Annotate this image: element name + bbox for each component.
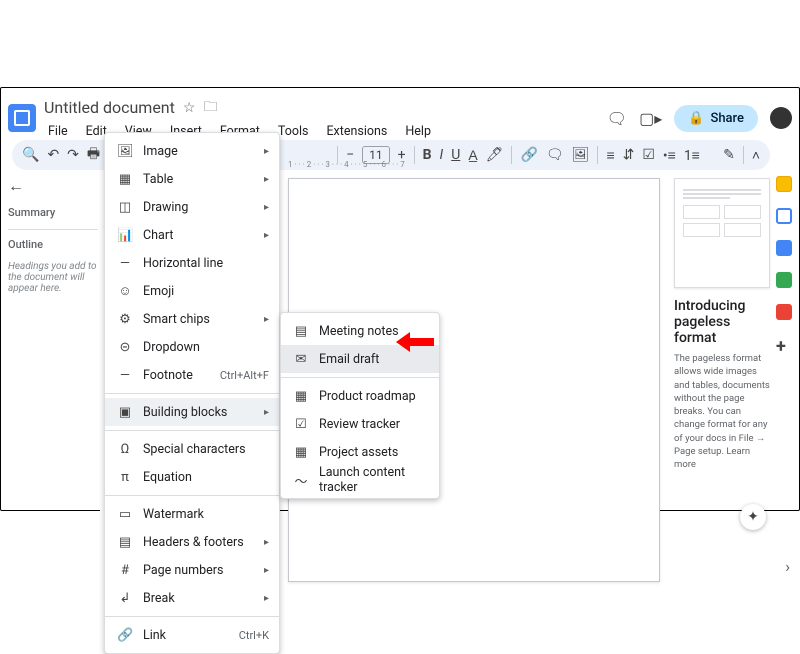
bb-product-roadmap[interactable]: ▦Product roadmap [281, 382, 439, 410]
share-label: Share [710, 111, 744, 126]
info-panel-title: Introducing pageless format [674, 298, 770, 346]
redo-icon[interactable]: ↷ [67, 147, 79, 163]
lock-icon: 🔒 [688, 111, 704, 126]
drawing-icon: ◫ [117, 200, 133, 215]
menu-file[interactable]: File [44, 122, 72, 141]
hash-icon: # [117, 563, 133, 578]
star-icon[interactable]: ☆ [183, 100, 196, 116]
bb-project-assets[interactable]: ▦Project assets [281, 438, 439, 466]
keep-icon[interactable] [776, 208, 792, 224]
annotation-arrow [396, 332, 436, 352]
insert-headers-footers[interactable]: ▤Headers & footers▸ [105, 528, 279, 556]
share-button[interactable]: 🔒 Share [674, 105, 758, 132]
outline-heading: Outline [8, 238, 98, 251]
menu-extensions[interactable]: Extensions [322, 122, 391, 141]
pi-icon: π [117, 470, 133, 485]
info-panel-body: The pageless format allows wide images a… [674, 352, 770, 472]
outline-panel: ← Summary Outline Headings you add to th… [8, 176, 98, 294]
insert-image[interactable]: 🖼Image▸ [105, 137, 279, 165]
numbered-list-icon[interactable]: 1≡ [684, 147, 700, 164]
meet-icon[interactable]: ▢▸ [639, 109, 662, 128]
insert-drawing[interactable]: ◫Drawing▸ [105, 193, 279, 221]
insert-watermark[interactable]: ▭Watermark [105, 500, 279, 528]
insert-special-chars[interactable]: ΩSpecial characters [105, 435, 279, 463]
maps-icon[interactable] [776, 304, 792, 320]
outline-empty-note: Headings you add to the document will ap… [8, 261, 98, 294]
insert-equation[interactable]: πEquation [105, 463, 279, 491]
comment-history-icon[interactable]: 🗨 [607, 109, 627, 128]
footnote-icon: — [117, 368, 133, 383]
omega-icon: Ω [117, 442, 133, 457]
assets-icon: ▦ [293, 445, 309, 460]
menu-help[interactable]: Help [401, 122, 435, 141]
horizontal-ruler: 1 · · · 2 · · · 3 · · · 4 · · · 5 · · · … [288, 160, 660, 174]
notes-icon: ▤ [293, 324, 309, 339]
insert-emoji[interactable]: ☺Emoji [105, 277, 279, 305]
collapse-outline-icon[interactable]: ← [8, 176, 98, 196]
editing-mode-icon[interactable]: ✎ [723, 147, 735, 163]
move-icon[interactable]: 🗀 [203, 96, 217, 120]
insert-smart-chips[interactable]: ⚙Smart chips▸ [105, 305, 279, 333]
insert-horizontal-line[interactable]: —Horizontal line [105, 249, 279, 277]
insert-building-blocks[interactable]: ▣Building blocks▸ [105, 398, 279, 426]
table-icon: ▦ [117, 172, 133, 187]
explore-fab[interactable]: ✦ [740, 504, 766, 530]
chevron-up-icon[interactable]: ˄ [752, 147, 760, 164]
bb-launch-tracker[interactable]: 〜Launch content tracker [281, 466, 439, 494]
break-icon: ↲ [117, 591, 133, 606]
add-addon-icon[interactable]: + [776, 336, 792, 352]
insert-link[interactable]: 🔗LinkCtrl+K [105, 621, 279, 649]
pageless-thumbnail [674, 178, 770, 288]
insert-footnote[interactable]: —FootnoteCtrl+Alt+F [105, 361, 279, 389]
tasks-icon[interactable] [776, 240, 792, 256]
image-icon: 🖼 [117, 144, 133, 159]
insert-dropdown[interactable]: ⊝Dropdown [105, 333, 279, 361]
emoji-icon: ☺ [117, 283, 133, 299]
summary-heading: Summary [8, 206, 98, 219]
watermark-icon: ▭ [117, 507, 133, 522]
insert-page-numbers[interactable]: #Page numbers▸ [105, 556, 279, 584]
docs-logo-icon[interactable] [8, 104, 36, 132]
side-rail: + [774, 176, 794, 352]
bb-review-tracker[interactable]: ☑Review tracker [281, 410, 439, 438]
print-icon[interactable]: 🖶 [87, 143, 100, 167]
insert-menu-dropdown: 🖼Image▸ ▦Table▸ ◫Drawing▸ 📊Chart▸ —Horiz… [104, 132, 280, 654]
insert-break[interactable]: ↲Break▸ [105, 584, 279, 612]
insert-table[interactable]: ▦Table▸ [105, 165, 279, 193]
contacts-icon[interactable] [776, 272, 792, 288]
header-icon: ▤ [117, 535, 133, 550]
launch-icon: 〜 [293, 471, 309, 490]
insert-chart[interactable]: 📊Chart▸ [105, 221, 279, 249]
chip-icon: ⚙ [117, 312, 133, 327]
undo-icon[interactable]: ↶ [47, 147, 59, 163]
hline-icon: — [117, 256, 133, 271]
review-icon: ☑ [293, 417, 309, 432]
link-icon: 🔗 [117, 628, 133, 643]
mail-icon: ✉ [293, 352, 309, 367]
bulleted-list-icon[interactable]: •≡ [663, 147, 676, 164]
dropdown-icon: ⊝ [117, 340, 133, 355]
chevron-right-icon: ▸ [264, 146, 269, 157]
info-panel: Introducing pageless format The pageless… [674, 178, 770, 472]
avatar[interactable] [770, 107, 792, 129]
search-icon[interactable]: 🔍 [22, 147, 39, 163]
blocks-icon: ▣ [117, 405, 133, 420]
chart-icon: 📊 [117, 228, 133, 243]
document-title[interactable]: Untitled document [44, 98, 175, 117]
show-side-panel-icon[interactable]: › [785, 557, 790, 576]
roadmap-icon: ▦ [293, 389, 309, 404]
calendar-icon[interactable] [776, 176, 792, 192]
